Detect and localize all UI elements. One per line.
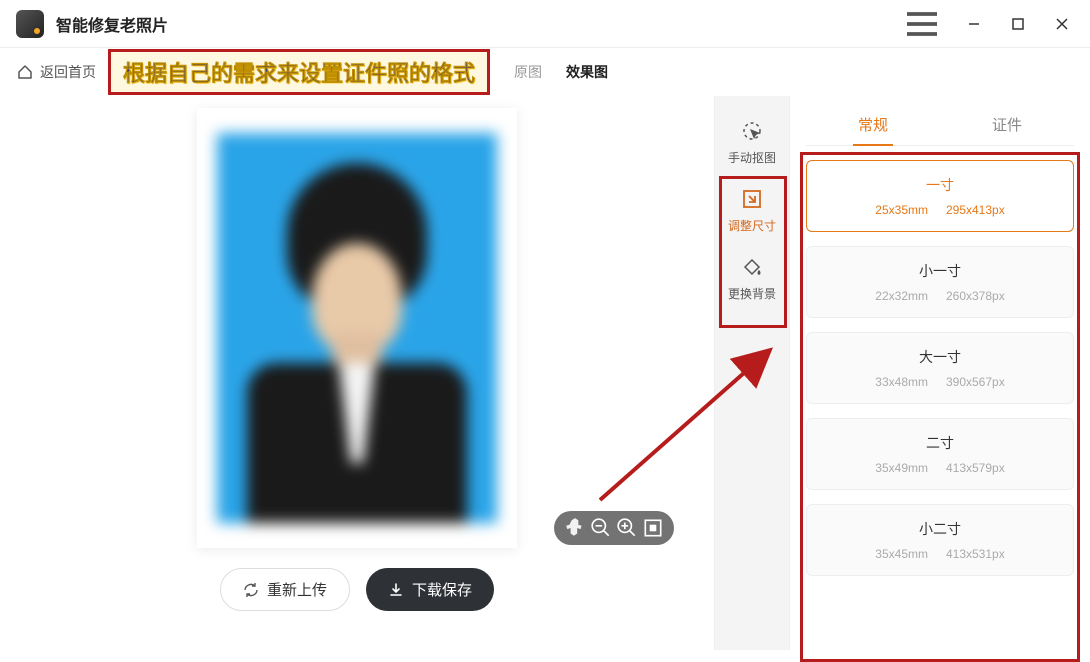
minimize-button[interactable] [954,8,994,40]
fit-screen-icon[interactable] [642,517,664,539]
close-button[interactable] [1042,8,1082,40]
size-card-3[interactable]: 二寸 35x49mm 413x579px [806,418,1074,490]
size-dims: 25x35mm 295x413px [815,203,1065,217]
tab-original[interactable]: 原图 [514,62,542,82]
photo-frame [197,108,517,548]
tool-strip: 手动抠图 调整尺寸 更换背景 [714,96,790,650]
size-px: 295x413px [946,203,1005,217]
annotation-banner: 根据自己的需求来设置证件照的格式 [108,49,490,95]
zoom-controls [554,511,674,545]
size-card-0[interactable]: 一寸 25x35mm 295x413px [806,160,1074,232]
maximize-button[interactable] [998,8,1038,40]
size-mm: 25x35mm [875,203,928,217]
size-card-2[interactable]: 大一寸 33x48mm 390x567px [806,332,1074,404]
size-name: 小一寸 [815,261,1065,281]
size-dims: 35x49mm 413x579px [815,461,1065,475]
reupload-label: 重新上传 [267,579,327,600]
preview-area: 重新上传 下载保存 [0,96,714,650]
size-dims: 22x32mm 260x378px [815,289,1065,303]
size-name: 小二寸 [815,519,1065,539]
size-dims: 33x48mm 390x567px [815,375,1065,389]
size-dims: 35x45mm 413x531px [815,547,1065,561]
size-name: 二寸 [815,433,1065,453]
toolbar: 返回首页 根据自己的需求来设置证件照的格式 原图 效果图 [0,48,1090,96]
app-icon [16,10,44,38]
size-px: 413x531px [946,547,1005,561]
id-photo-preview [217,133,497,523]
app-title: 智能修复老照片 [56,12,168,36]
size-mm: 35x49mm [875,461,928,475]
tool-manual-cutout[interactable]: 手动抠图 [720,108,784,176]
panel-tab-regular[interactable]: 常规 [806,104,940,145]
annotation-tool-highlight [719,176,787,328]
zoom-in-icon[interactable] [616,517,638,539]
zoom-out-icon[interactable] [590,517,612,539]
reupload-button[interactable]: 重新上传 [220,568,350,611]
size-card-1[interactable]: 小一寸 22x32mm 260x378px [806,246,1074,318]
panel-tabs: 常规 证件 [806,104,1074,146]
size-px: 390x567px [946,375,1005,389]
size-mm: 35x45mm [875,547,928,561]
size-mm: 22x32mm [875,289,928,303]
download-save-button[interactable]: 下载保存 [366,568,494,611]
tool-manual-cutout-label: 手动抠图 [728,149,776,166]
download-icon [388,582,404,598]
save-label: 下载保存 [412,579,472,600]
panel-tab-idcard[interactable]: 证件 [940,104,1074,145]
size-px: 260x378px [946,289,1005,303]
main: 重新上传 下载保存 手动抠图 调整尺寸 更换背景 常规 证件 一寸25x3 [0,96,1090,650]
back-home-button[interactable]: 返回首页 [16,62,96,82]
side-panel: 常规 证件 一寸 25x35mm 295x413px 小一寸 22x32mm 260x37… [790,96,1090,650]
tab-result[interactable]: 效果图 [566,62,608,82]
size-name: 大一寸 [815,347,1065,367]
titlebar: 智能修复老照片 [0,0,1090,48]
menu-icon[interactable] [902,8,942,40]
back-label: 返回首页 [40,62,96,82]
view-tabs: 原图 效果图 [514,62,608,82]
size-mm: 33x48mm [875,375,928,389]
size-px: 413x579px [946,461,1005,475]
cursor-dashed-icon [740,119,764,143]
home-icon [16,63,34,81]
size-list: 一寸 25x35mm 295x413px 小一寸 22x32mm 260x378px 大一寸… [806,160,1074,576]
refresh-icon [243,582,259,598]
pan-icon[interactable] [564,517,586,539]
size-card-4[interactable]: 小二寸 35x45mm 413x531px [806,504,1074,576]
bottom-actions: 重新上传 下载保存 [220,568,494,611]
size-name: 一寸 [815,175,1065,195]
